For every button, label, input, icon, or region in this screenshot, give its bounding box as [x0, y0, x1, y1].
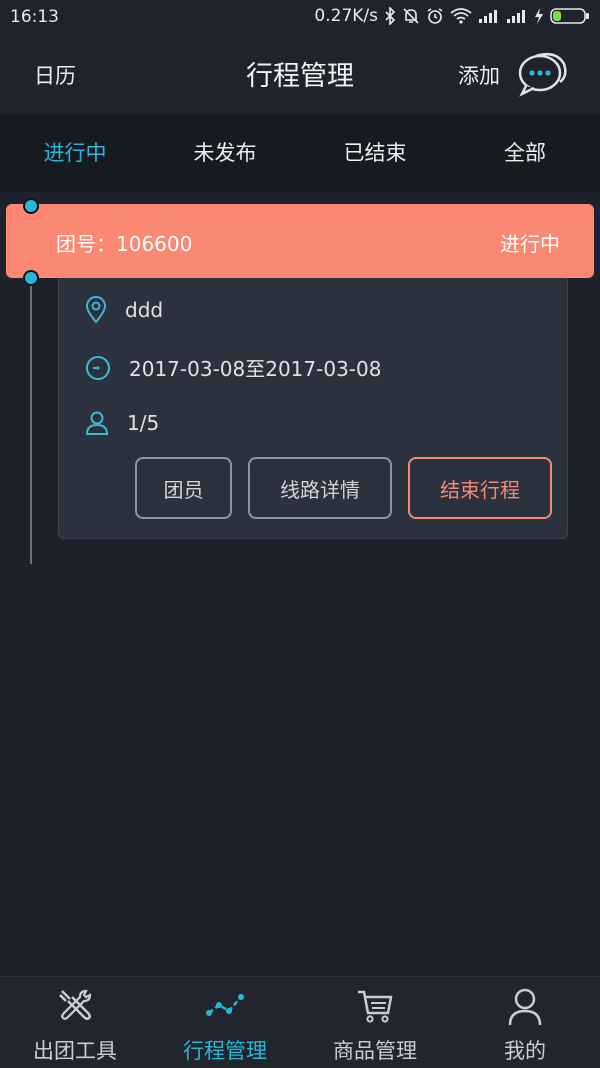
nav-product-management[interactable]: 商品管理 [300, 977, 450, 1068]
trend-icon [206, 994, 244, 1016]
nav-tools-label: 出团工具 [33, 1039, 117, 1063]
end-trip-button[interactable]: 结束行程 [408, 457, 552, 519]
location-row: ddd [85, 296, 163, 324]
filter-tabs: 进行中 未发布 已结束 全部 [0, 114, 600, 192]
mute-icon [403, 8, 419, 24]
add-button[interactable]: 添加 [458, 60, 500, 90]
signal-icon-2 [507, 10, 525, 23]
tab-unpublished[interactable]: 未发布 [150, 114, 300, 192]
date-range-text: 2017-03-08至2017-03-08 [129, 357, 382, 381]
nav-mine[interactable]: 我的 [450, 977, 600, 1068]
nav-trip-management[interactable]: 行程管理 [150, 977, 300, 1068]
date-row: 2017-03-08至2017-03-08 [85, 353, 381, 382]
bluetooth-icon [385, 7, 396, 25]
tab-finished[interactable]: 已结束 [300, 114, 450, 192]
status-bar: 16:13 0.27K/s [0, 0, 600, 34]
tab-all[interactable]: 全部 [450, 114, 600, 192]
timeline-dot-top [23, 198, 39, 214]
members-row: 1/5 [85, 410, 159, 436]
chat-bubble-icon[interactable] [516, 48, 570, 98]
nav-mine-label: 我的 [504, 1039, 546, 1063]
page-title: 行程管理 [246, 61, 354, 92]
person-icon [85, 411, 109, 435]
members-button[interactable]: 团员 [135, 457, 232, 519]
location-pin-icon [85, 296, 107, 324]
members-count: 1/5 [127, 411, 160, 435]
battery-icon [550, 8, 589, 24]
route-details-button[interactable]: 线路详情 [248, 457, 392, 519]
timeline-dot [23, 270, 39, 286]
nav-product-management-label: 商品管理 [333, 1039, 417, 1063]
trip-banner[interactable]: 团号：106600 进行中 [6, 204, 594, 278]
trip-status: 进行中 [500, 232, 560, 256]
tab-in-progress[interactable]: 进行中 [0, 114, 150, 192]
location-text: ddd [125, 298, 164, 322]
status-time: 16:13 [10, 7, 59, 27]
wifi-icon [450, 8, 472, 24]
bottom-nav: 出团工具 行程管理 商品管理 我的 [0, 976, 600, 1068]
user-icon [508, 988, 542, 1026]
nav-header: 日历 行程管理 添加 [0, 34, 600, 114]
status-icons: 0.27K/s [314, 6, 590, 26]
nav-trip-management-label: 行程管理 [183, 1039, 267, 1063]
network-speed: 0.27K/s [314, 6, 378, 26]
charging-icon [535, 8, 543, 24]
clock-icon [86, 355, 110, 380]
nav-tools[interactable]: 出团工具 [0, 977, 150, 1068]
team-number: 团号：106600 [56, 232, 193, 256]
alarm-icon [427, 8, 443, 24]
cart-icon [358, 990, 393, 1023]
tools-icon [59, 989, 92, 1021]
trip-card: ddd 2017-03-08至2017-03-08 1/5 团员 线路详情 结束… [58, 276, 568, 539]
signal-icon [479, 10, 497, 23]
